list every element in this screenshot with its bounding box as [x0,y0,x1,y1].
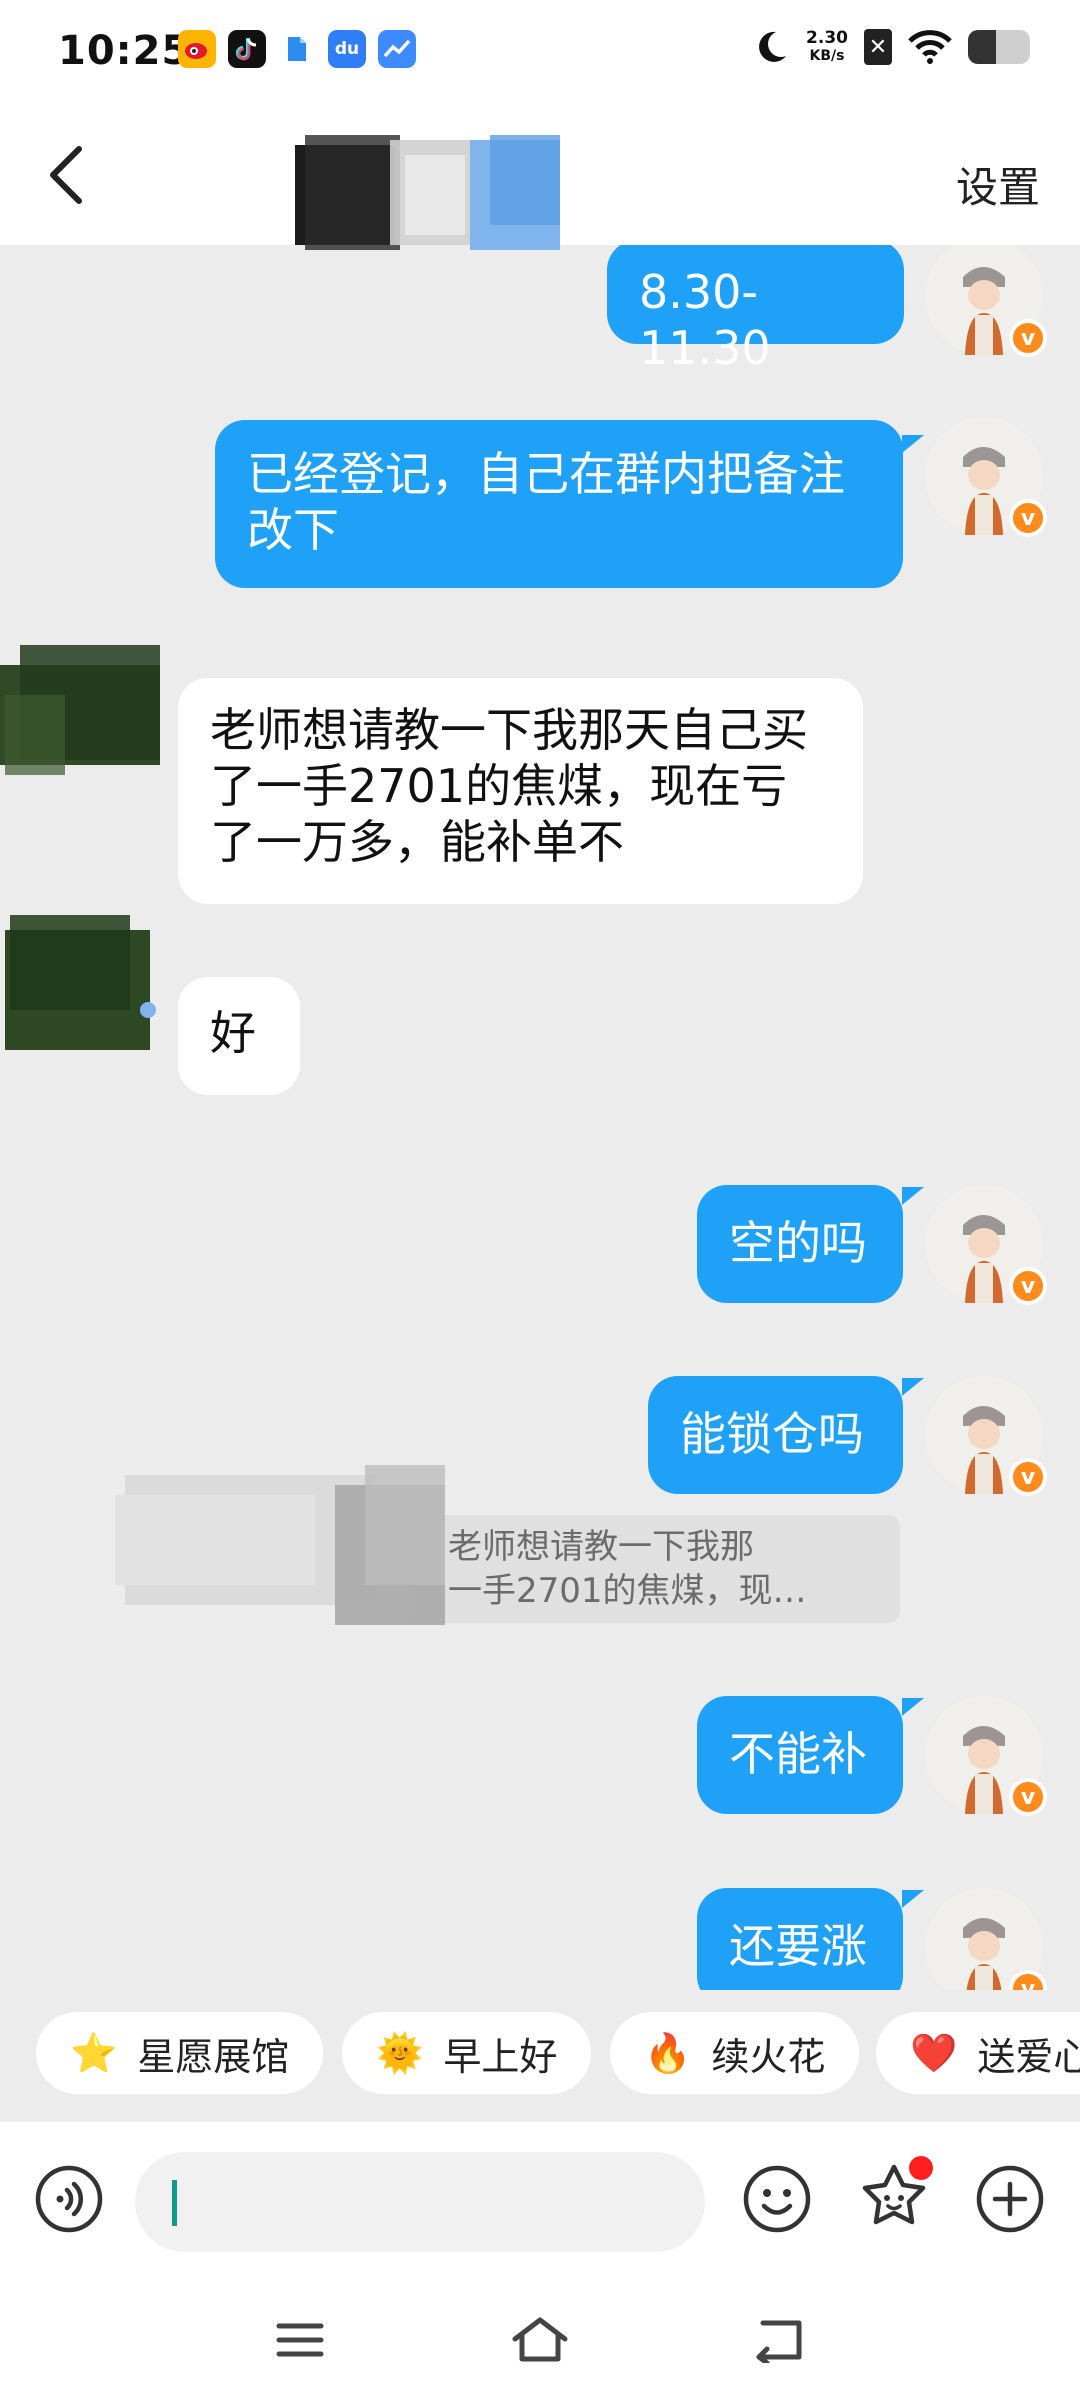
settings-button[interactable]: 设置 [956,154,1040,215]
net-speed: 2.30 KB/s [806,29,848,65]
message-bubble-outgoing[interactable]: 不能补 [697,1696,903,1814]
battery-fill [968,30,996,64]
battery-icon [968,30,1030,64]
quick-reply-bar: ⭐ 星愿展馆 🌞 早上好 🔥 续火花 ❤️ 送爱心 [0,2012,1080,2102]
net-speed-unit: KB/s [809,48,845,64]
home-icon [512,2317,568,2362]
home-button[interactable] [505,2310,575,2370]
text-cursor [172,2180,177,2226]
back-button[interactable] [30,140,100,210]
status-bar: 10:25 du 2.30 KB/s ✕ [0,0,1080,110]
chevron-left-icon [50,146,82,204]
heart-icon: ❤️ [910,2030,958,2075]
avatar[interactable]: v [925,1696,1047,1816]
message-text: 8.30-11.30 [639,265,771,375]
emoji-button[interactable] [740,2162,814,2236]
system-nav-bar [0,2282,1080,2400]
avatar[interactable]: v [925,1888,1047,1990]
redacted-avatar[interactable] [0,915,160,1065]
quick-reply-chip[interactable]: ⭐ 星愿展馆 [36,2012,324,2094]
verified-badge-icon: v [1009,1267,1047,1305]
message-list[interactable]: 8.30-11.30 v 已经登记，自己在群内把备注改下 v 老师想请教一下我那… [0,245,1080,1990]
message-text: 空的吗 [729,1216,867,1270]
status-time: 10:25 [58,28,191,74]
more-button[interactable] [973,2162,1047,2236]
message-text: 能锁仓吗 [680,1407,864,1461]
status-indicators: 2.30 KB/s ✕ [752,28,1030,66]
net-speed-value: 2.30 [806,28,848,48]
voice-icon [35,2165,103,2233]
verified-badge-icon: v [1009,1458,1047,1496]
moon-icon [759,31,787,62]
no-sim-icon: ✕ [864,29,892,65]
quick-reply-label: 送爱心 [977,2034,1080,2079]
recents-button[interactable] [265,2310,335,2370]
input-bar [0,2122,1080,2282]
message-bubble-incoming[interactable]: 好 [178,977,300,1095]
bubble-tail [902,1187,924,1205]
avatar[interactable]: v [925,245,1047,357]
message-bubble-outgoing[interactable]: 还要涨 [697,1888,903,1990]
redacted-quote-sender [115,1465,445,1625]
message-text: 还要涨 [729,1919,867,1973]
quoted-message[interactable]: 老师想请教一下我那 一手2701的焦煤，现… [410,1515,900,1623]
avatar[interactable]: v [925,1185,1047,1305]
files-icon [278,30,316,68]
message-bubble-outgoing[interactable]: 能锁仓吗 [648,1376,903,1494]
du-icon: du [328,30,366,68]
sun-icon: 🌞 [376,2030,424,2075]
bubble-tail [902,1890,924,1908]
quote-line-2: 一手2701的焦煤，现… [448,1571,807,1611]
avatar[interactable]: v [925,417,1047,537]
back-arrow-icon [756,2320,802,2363]
message-input[interactable] [135,2152,705,2252]
star-icon: ⭐ [70,2030,118,2075]
message-bubble-incoming[interactable]: 老师想请教一下我那天自己买了一手2701的焦煤，现在亏了一万多，能补单不 [178,678,863,904]
bubble-tail [902,1698,924,1716]
tiktok-icon [228,30,266,68]
quick-reply-label: 早上好 [443,2034,558,2079]
plus-circle-icon [976,2165,1044,2233]
menu-icon [276,2323,324,2357]
fire-icon: 🔥 [644,2030,692,2075]
quick-reply-chip[interactable]: ❤️ 送爱心 [876,2012,1080,2094]
message-bubble-outgoing[interactable]: 已经登记，自己在群内把备注改下 [215,420,903,588]
chat-header: 设置 [0,110,1080,250]
quote-line-1: 老师想请教一下我那 [448,1527,754,1567]
wifi-icon [908,30,952,64]
bubble-tail [902,435,924,453]
weibo-icon [178,30,216,68]
message-text: 好 [210,1006,256,1060]
bubble-tail [902,1378,924,1396]
voice-button[interactable] [32,2162,106,2236]
message-text: 已经登记，自己在群内把备注改下 [247,447,845,557]
stocks-icon [378,30,416,68]
message-text: 不能补 [729,1727,867,1781]
message-text: 老师想请教一下我那天自己买了一手2701的焦煤，现在亏了一万多，能补单不 [210,703,808,869]
quick-reply-chip[interactable]: 🌞 早上好 [342,2012,592,2094]
smiley-icon [743,2165,811,2233]
verified-badge-icon: v [1009,1778,1047,1816]
redacted-avatar[interactable] [0,635,170,785]
redacted-chat-title [295,135,560,250]
back-nav-button[interactable] [745,2310,815,2370]
quick-reply-chip[interactable]: 🔥 续火花 [610,2012,860,2094]
quick-reply-label: 星愿展馆 [137,2034,290,2079]
verified-badge-icon: v [1009,319,1047,357]
avatar[interactable]: v [925,1376,1047,1496]
status-app-icons: du [178,30,416,68]
notification-dot [909,2156,933,2180]
verified-badge-icon: v [1009,499,1047,537]
message-bubble-outgoing[interactable]: 8.30-11.30 [607,245,904,375]
message-bubble-outgoing[interactable]: 空的吗 [697,1185,903,1303]
quick-reply-label: 续火花 [711,2034,826,2079]
sticker-button[interactable] [857,2156,933,2236]
